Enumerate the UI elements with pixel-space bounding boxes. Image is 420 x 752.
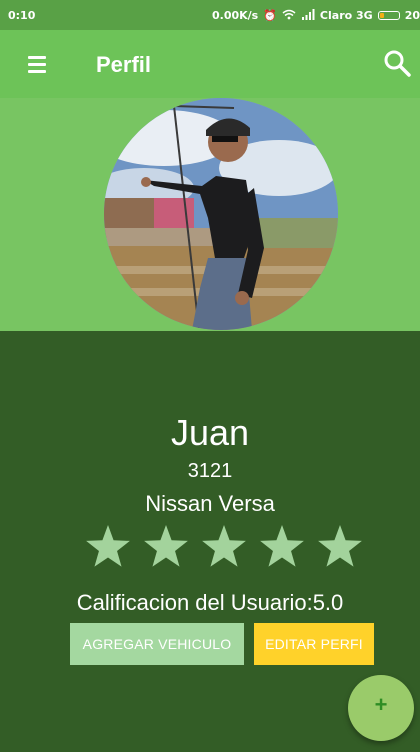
edit-profile-button[interactable]: EDITAR PERFI xyxy=(254,623,374,665)
avatar[interactable] xyxy=(104,98,338,330)
carrier-name: Claro 3G xyxy=(319,9,373,22)
star-icon[interactable] xyxy=(142,523,190,571)
user-id: 3121 xyxy=(187,460,233,482)
add-vehicle-button[interactable]: AGREGAR VEHICULO xyxy=(70,623,244,665)
battery-fill xyxy=(379,13,384,18)
search-icon[interactable] xyxy=(382,48,412,78)
battery-icon xyxy=(377,11,400,20)
battery-percent: 20 xyxy=(404,9,420,22)
status-right-group: 0.00K/s ⏰ Claro 3G 20 xyxy=(212,9,420,22)
signal-icon xyxy=(301,9,315,22)
rating-text: Calificacion del Usuario:5.0 xyxy=(76,590,344,615)
star-icon[interactable] xyxy=(84,523,132,571)
add-fab-button[interactable]: + xyxy=(348,675,414,741)
plus-icon: + xyxy=(374,692,388,717)
app-bar: Perfil xyxy=(0,30,420,98)
wifi-icon xyxy=(282,9,296,22)
profile-header xyxy=(0,98,420,331)
star-icon[interactable] xyxy=(316,523,364,571)
status-bar: 0:10 0.00K/s ⏰ Claro 3G 20 xyxy=(0,0,420,30)
user-name: Juan xyxy=(170,412,250,453)
status-time: 0:10 xyxy=(8,9,36,22)
page-title: Perfil xyxy=(96,52,152,77)
menu-icon[interactable] xyxy=(24,54,50,74)
alarm-icon: ⏰ xyxy=(263,9,277,22)
profile-photo xyxy=(104,98,338,330)
network-speed: 0.00K/s xyxy=(211,9,259,22)
star-icon[interactable] xyxy=(258,523,306,571)
vehicle-name: Nissan Versa xyxy=(145,491,275,516)
rating-stars xyxy=(84,523,364,571)
star-icon[interactable] xyxy=(200,523,248,571)
